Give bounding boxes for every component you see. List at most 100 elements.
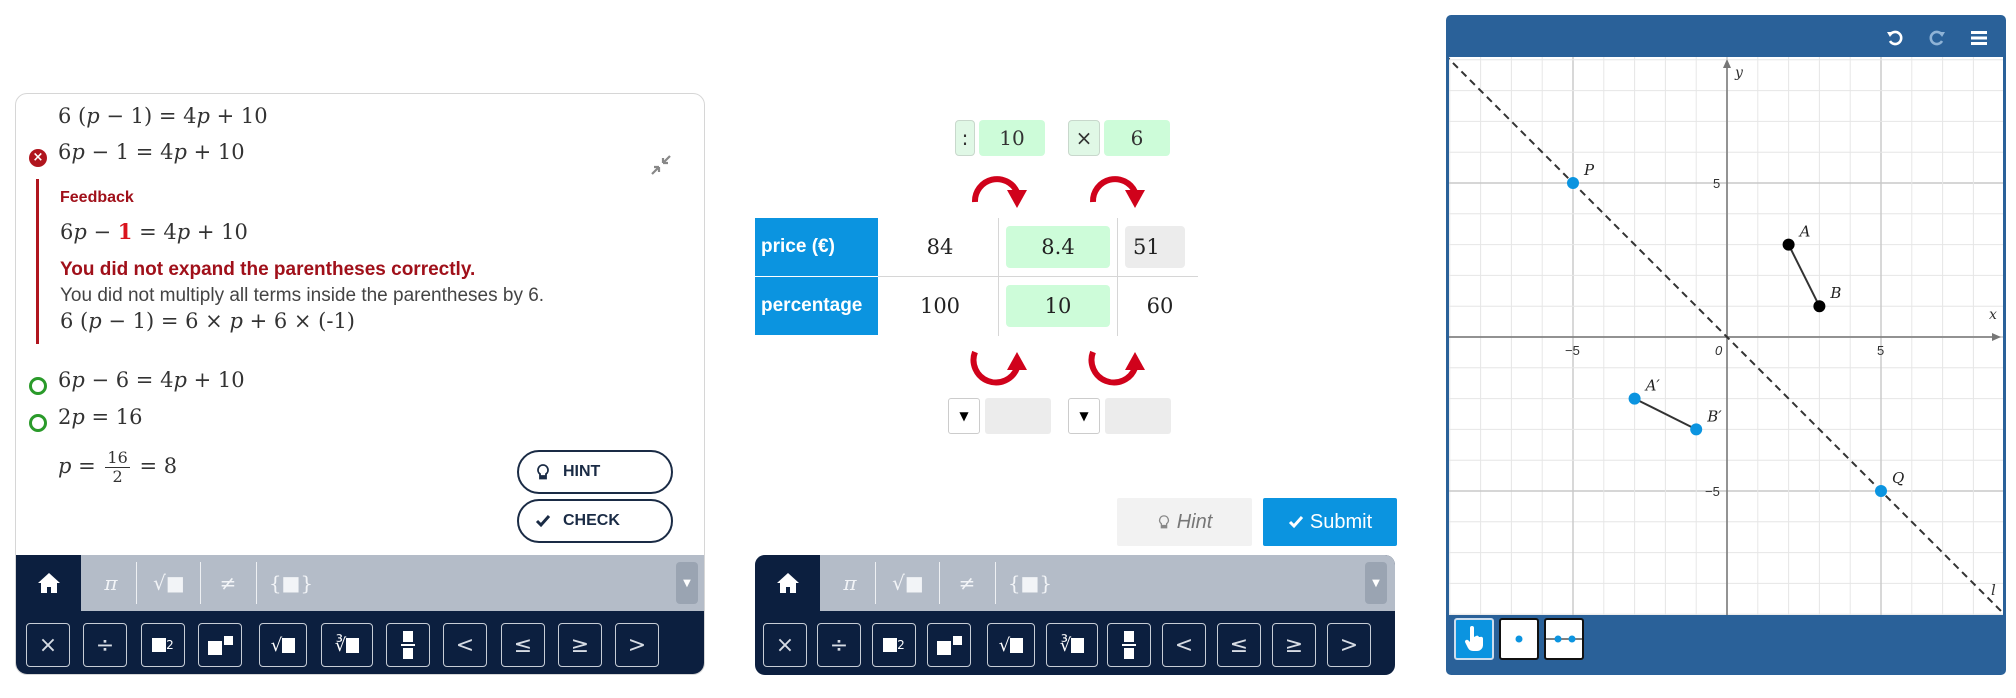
submit-button[interactable]: Submit (1263, 498, 1397, 546)
point[interactable] (1813, 300, 1826, 313)
keyboard-tabs: π √■ ≠ {■} ▼ (16, 555, 704, 611)
step-correct[interactable]: 2p = 16 (58, 405, 143, 429)
point[interactable] (1782, 238, 1795, 251)
operation-symbol[interactable]: : (955, 120, 975, 156)
graph-canvas[interactable]: x y −5 5 5 −5 0 l A B A′ B′ P Q (1449, 57, 2003, 615)
step-correct[interactable]: 6p − 6 = 4p + 10 (58, 368, 245, 392)
fraction: 16 2 (105, 449, 130, 486)
key-times[interactable]: × (763, 623, 807, 667)
point[interactable] (1628, 392, 1641, 405)
point-label: A′ (1644, 377, 1661, 395)
key-greater-equal[interactable]: ≥ (558, 623, 602, 667)
eq-var: p (176, 220, 191, 244)
table-cell-input[interactable]: 51 (1125, 226, 1185, 268)
keyboard-tab-pi[interactable]: π (91, 565, 131, 601)
key-nthroot[interactable]: ∛ (1046, 623, 1098, 667)
tab-divider (875, 562, 876, 604)
eq-var: p (229, 309, 243, 333)
hint-button[interactable]: HINT (517, 450, 673, 494)
collapse-arrows-icon[interactable] (650, 154, 672, 176)
key-fraction[interactable] (386, 623, 430, 667)
key-less-than[interactable]: < (1162, 623, 1206, 667)
key-times[interactable]: × (26, 623, 70, 667)
keyboard-tab-sets[interactable]: {■} (1005, 565, 1055, 601)
table-col-divider (1117, 218, 1118, 336)
key-nthroot[interactable]: ∛ (321, 623, 373, 667)
keyboard-tab-pi[interactable]: π (830, 565, 870, 601)
move-tool[interactable] (1454, 618, 1494, 660)
key-less-equal[interactable]: ≤ (1217, 623, 1261, 667)
current-step-input[interactable]: p = 16 2 = 8 (58, 449, 177, 486)
key-divide[interactable]: ÷ (817, 623, 861, 667)
table-cell-input[interactable]: 10 (1006, 285, 1110, 327)
x-axis-label: x (1989, 307, 1997, 323)
equation-solver-panel: 6 (p − 1) = 4p + 10 × 6p − 1 = 4p + 10 F… (15, 93, 705, 675)
key-sqrt[interactable]: √ (259, 623, 307, 667)
check-button[interactable]: CHECK (517, 499, 673, 543)
keyboard-tab-root[interactable]: √■ (883, 565, 933, 601)
operation-dropdown[interactable]: ▼ (1068, 398, 1100, 434)
key-greater-equal[interactable]: ≥ (1272, 623, 1316, 667)
feedback-headline: You did not expand the parentheses corre… (60, 259, 476, 280)
step-text: 2 (58, 405, 72, 429)
operation-symbol[interactable]: × (1068, 120, 1100, 156)
key-power[interactable] (927, 623, 971, 667)
point-tool[interactable] (1499, 618, 1539, 660)
keyboard-tab-sets[interactable]: {■} (266, 565, 316, 601)
hint-button[interactable]: Hint (1117, 498, 1252, 546)
curved-arrow-up-icon (970, 350, 1027, 386)
check-label: CHECK (563, 512, 620, 529)
x-tick-label: 5 (1877, 343, 1884, 358)
curved-arrow-down-icon (971, 176, 1027, 208)
operation-value[interactable]: 6 (1104, 120, 1170, 156)
table-cell: 100 (919, 294, 961, 318)
keyboard-dropdown[interactable]: ▼ (1365, 562, 1387, 604)
table-cell-input[interactable]: 8.4 (1006, 226, 1110, 268)
menu-icon[interactable] (1966, 25, 1992, 51)
point[interactable] (1690, 423, 1703, 436)
step-text: = 16 (84, 405, 143, 429)
keyboard-dropdown[interactable]: ▼ (676, 562, 698, 604)
keyboard-tab-relations[interactable]: ≠ (208, 565, 248, 601)
chevron-down-icon: ▼ (959, 409, 969, 423)
point-label: Q (1892, 469, 1904, 487)
key-greater-than[interactable]: > (1327, 623, 1371, 667)
key-less-than[interactable]: < (443, 623, 487, 667)
point[interactable] (1567, 177, 1579, 189)
step-wrong[interactable]: 6p − 1 = 4p + 10 (58, 140, 245, 164)
key-square[interactable]: 2 (141, 623, 185, 667)
operation-value-input[interactable] (985, 398, 1051, 434)
operation-value-input[interactable] (1105, 398, 1171, 434)
keyboard-tab-relations[interactable]: ≠ (947, 565, 987, 601)
keyboard-tab-home[interactable] (755, 555, 820, 611)
operation-dropdown[interactable]: ▼ (948, 398, 980, 434)
curved-arrow-down-icon (1089, 176, 1145, 208)
eq-text: + 10 (190, 220, 248, 244)
key-fraction[interactable] (1107, 623, 1151, 667)
step-var: p (71, 368, 85, 392)
key-divide[interactable]: ÷ (83, 623, 127, 667)
graph-toolbar (1882, 25, 1992, 51)
feedback-equation: 6p − 1 = 4p + 10 (60, 219, 248, 244)
tab-divider (200, 562, 201, 604)
undo-icon[interactable] (1882, 25, 1908, 51)
segment-tool[interactable] (1544, 618, 1584, 660)
step-var: p (71, 140, 85, 164)
key-sqrt[interactable]: √ (987, 623, 1035, 667)
key-power[interactable] (198, 623, 242, 667)
keyboard-tab-root[interactable]: √■ (144, 565, 194, 601)
line-label: l (1991, 581, 1996, 599)
x-tick-label: −5 (1565, 343, 1580, 358)
denominator: 2 (112, 467, 123, 486)
key-greater-than[interactable]: > (615, 623, 659, 667)
lightbulb-icon (537, 464, 549, 480)
operation-value[interactable]: 10 (979, 120, 1045, 156)
key-less-equal[interactable]: ≤ (501, 623, 545, 667)
feedback-box: Feedback 6p − 1 = 4p + 10 You did not ex… (36, 179, 656, 344)
keyboard-tab-home[interactable] (16, 555, 81, 611)
redo-icon[interactable] (1924, 25, 1950, 51)
step-var: p (173, 140, 187, 164)
key-square[interactable]: 2 (872, 623, 916, 667)
point[interactable] (1875, 485, 1887, 497)
coordinate-plane[interactable]: x y −5 5 5 −5 0 l A B A′ B′ P Q (1449, 57, 2003, 615)
